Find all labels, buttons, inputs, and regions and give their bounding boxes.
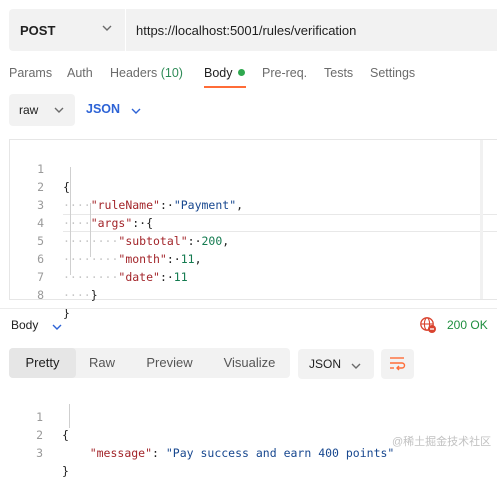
line-number: 3 xyxy=(36,446,43,460)
tab-body-label: Body xyxy=(204,66,233,80)
chevron-down-icon xyxy=(52,324,62,330)
code-line: 2 ····"ruleName":·"Payment", xyxy=(10,160,243,212)
json-number: 200 xyxy=(201,234,223,248)
code-token: } xyxy=(90,288,98,302)
chevron-down-icon xyxy=(102,25,112,31)
tab-pretty-label: Pretty xyxy=(25,355,60,370)
code-token: { xyxy=(62,428,69,442)
json-number: 11 xyxy=(180,252,195,266)
tab-tests[interactable]: Tests xyxy=(324,66,353,80)
code-token: } xyxy=(62,464,69,478)
method-select[interactable]: POST xyxy=(9,9,125,51)
tab-tests-label: Tests xyxy=(324,66,354,80)
tab-headers[interactable]: Headers (10) xyxy=(110,66,183,80)
body-format-select[interactable]: JSON xyxy=(86,102,141,116)
tab-visualize-label: Visualize xyxy=(223,355,276,370)
tab-visualize[interactable]: Visualize xyxy=(212,348,287,378)
body-type-label: raw xyxy=(19,103,39,117)
json-key: "ruleName" xyxy=(90,198,160,212)
tab-preview[interactable]: Preview xyxy=(131,348,208,378)
tab-pre-request-label: Pre-req. xyxy=(262,66,308,80)
headers-count-badge: (10) xyxy=(160,66,183,80)
json-string: "Payment" xyxy=(173,198,237,212)
body-type-select[interactable]: raw xyxy=(9,94,75,126)
response-status: 200 OK xyxy=(447,318,488,332)
request-body-editor[interactable]: 1 { 2 ····"ruleName":·"Payment", 3 ····"… xyxy=(9,139,497,320)
code-token: { xyxy=(63,180,70,194)
code-line: 1 { xyxy=(9,390,69,442)
indent-guide xyxy=(69,404,70,428)
tab-pre-request[interactable]: Pre-req. xyxy=(262,66,307,80)
response-format-label: JSON xyxy=(309,357,342,371)
section-divider xyxy=(0,308,497,309)
response-body-label: Body xyxy=(11,318,39,332)
tab-headers-label: Headers xyxy=(110,66,158,80)
code-line: 4 ········"subtotal":·200, xyxy=(10,196,229,248)
code-line: 3 } xyxy=(9,426,69,478)
tab-body[interactable]: Body xyxy=(204,66,245,80)
json-key: "month" xyxy=(118,252,167,266)
tab-params[interactable]: Params xyxy=(9,66,52,80)
url-input[interactable]: https://localhost:5001/rules/verificatio… xyxy=(126,9,497,51)
body-active-dot-icon xyxy=(237,69,245,76)
globe-no-entry-icon[interactable] xyxy=(419,316,437,334)
tab-pretty[interactable]: Pretty xyxy=(9,348,76,378)
url-text: https://localhost:5001/rules/verificatio… xyxy=(136,22,357,38)
response-format-select[interactable]: JSON xyxy=(298,349,374,379)
tab-raw-label: Raw xyxy=(88,355,115,370)
method-label: POST xyxy=(20,22,56,38)
line-number: 8 xyxy=(37,288,44,302)
active-tab-indicator xyxy=(204,86,246,88)
tab-preview-label: Preview xyxy=(146,355,193,370)
chevron-down-icon xyxy=(131,108,141,114)
body-format-label: JSON xyxy=(86,102,121,116)
tab-settings-label: Settings xyxy=(370,66,416,80)
code-line: 5 ········"month":·11, xyxy=(10,214,201,266)
tab-settings[interactable]: Settings xyxy=(370,66,415,80)
tab-raw[interactable]: Raw xyxy=(76,348,128,378)
code-line: 6 ········"date":·11 xyxy=(10,232,188,284)
tab-params-label: Params xyxy=(9,66,53,80)
code-line: 1 { xyxy=(10,142,70,194)
json-key: "subtotal" xyxy=(118,234,188,248)
code-line: 2 "message": "Pay success and earn 400 p… xyxy=(9,408,394,460)
code-line: 3 ····"args":·{ xyxy=(10,178,153,230)
watermark: @稀土掘金技术社区 xyxy=(392,436,492,448)
json-key: "date" xyxy=(118,270,160,284)
chevron-down-icon xyxy=(54,107,64,113)
code-line: 7 ····} xyxy=(10,250,98,302)
json-number: 11 xyxy=(173,270,188,284)
response-view-tabs: Pretty Raw Preview Visualize xyxy=(9,348,290,378)
code-line: 8 } xyxy=(10,268,70,320)
wrap-lines-icon xyxy=(390,357,406,371)
tab-auth-label: Auth xyxy=(67,66,93,80)
wrap-lines-button[interactable] xyxy=(381,349,414,379)
editor-scrollbar[interactable] xyxy=(480,140,483,299)
tab-auth[interactable]: Auth xyxy=(67,66,93,80)
json-key: "args" xyxy=(90,216,133,230)
chevron-down-icon xyxy=(351,363,361,369)
response-body-select[interactable]: Body xyxy=(11,318,62,332)
